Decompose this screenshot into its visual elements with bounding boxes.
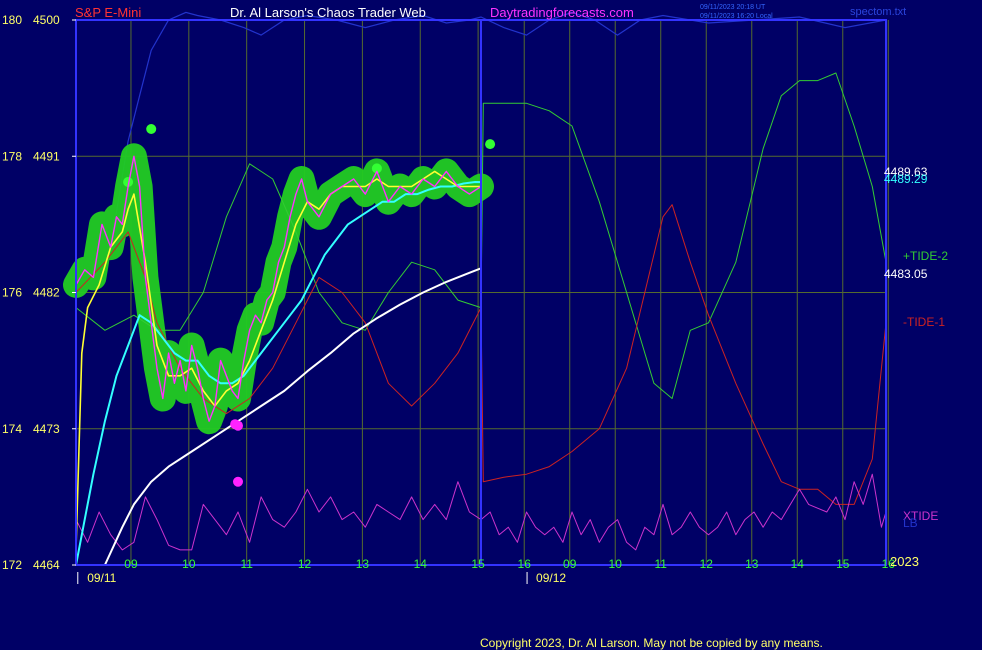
x-tick-hour: 15 [471,557,485,571]
right-series-label: -TIDE-1 [903,315,945,329]
x-tick-hour: 11 [655,557,668,571]
x-tick-hour: 09 [563,557,577,571]
instrument-label: S&P E-Mini [75,5,141,20]
x-tick-hour: 15 [836,557,850,571]
x-tick-date: 09/12 [536,571,566,585]
x-tick-hour: 10 [609,557,623,571]
x-tick-hour: 10 [182,557,196,571]
x-tick-date: 09/11 [87,571,116,585]
year-label: 2023 [890,554,919,569]
right-series-label: LB [903,516,918,530]
x-tick-hour: 13 [745,557,759,571]
right-value-label: 4489.29 [884,172,928,186]
x-tick-hour: 09 [124,557,138,571]
halo-peak-dot [485,139,496,150]
data-file-name: spectom.txt [850,6,906,18]
y-tick-inner: 4491 [33,149,60,163]
marker-dot [233,476,243,487]
timestamp-local: 09/11/2023 16:20 Local [700,13,773,20]
site-link[interactable]: Daytradingforecasts.com [490,5,634,20]
y-tick-inner: 4500 [33,13,60,27]
x-tick-hour: 12 [298,557,312,571]
copyright-notice: Copyright 2023, Dr. Al Larson. May not b… [480,636,823,650]
author-title: Dr. Al Larson's Chaos Trader Web [230,5,426,20]
x-tick-hour: 13 [356,557,370,571]
x-tick-hour: 16 [518,557,532,571]
right-series-label: +TIDE-2 [903,249,948,263]
x-tick-hour: 14 [414,557,428,571]
y-tick-outer: 174 [2,422,22,436]
x-tick-hour: 14 [791,557,805,571]
y-tick-inner: 4473 [33,422,60,436]
y-tick-inner: 4464 [33,558,60,572]
right-value-label: 4483.05 [884,267,928,281]
y-tick-outer: 172 [2,558,22,572]
marker-dot [233,420,243,431]
halo-peak-dot [146,124,157,134]
y-tick-outer: 178 [2,149,22,163]
timestamp-utc: 09/11/2023 20:18 UT [700,4,766,11]
chaos-trader-chart: 172 4464 174 4473 176 4482 178 4491 180 4500 09 10… [0,0,982,650]
y-tick-inner: 4482 [33,286,60,300]
x-tick-hour: 12 [700,557,714,571]
y-tick-outer: 176 [2,286,22,300]
y-tick-outer: 180 [2,13,22,27]
x-tick-hour: 11 [240,557,253,571]
